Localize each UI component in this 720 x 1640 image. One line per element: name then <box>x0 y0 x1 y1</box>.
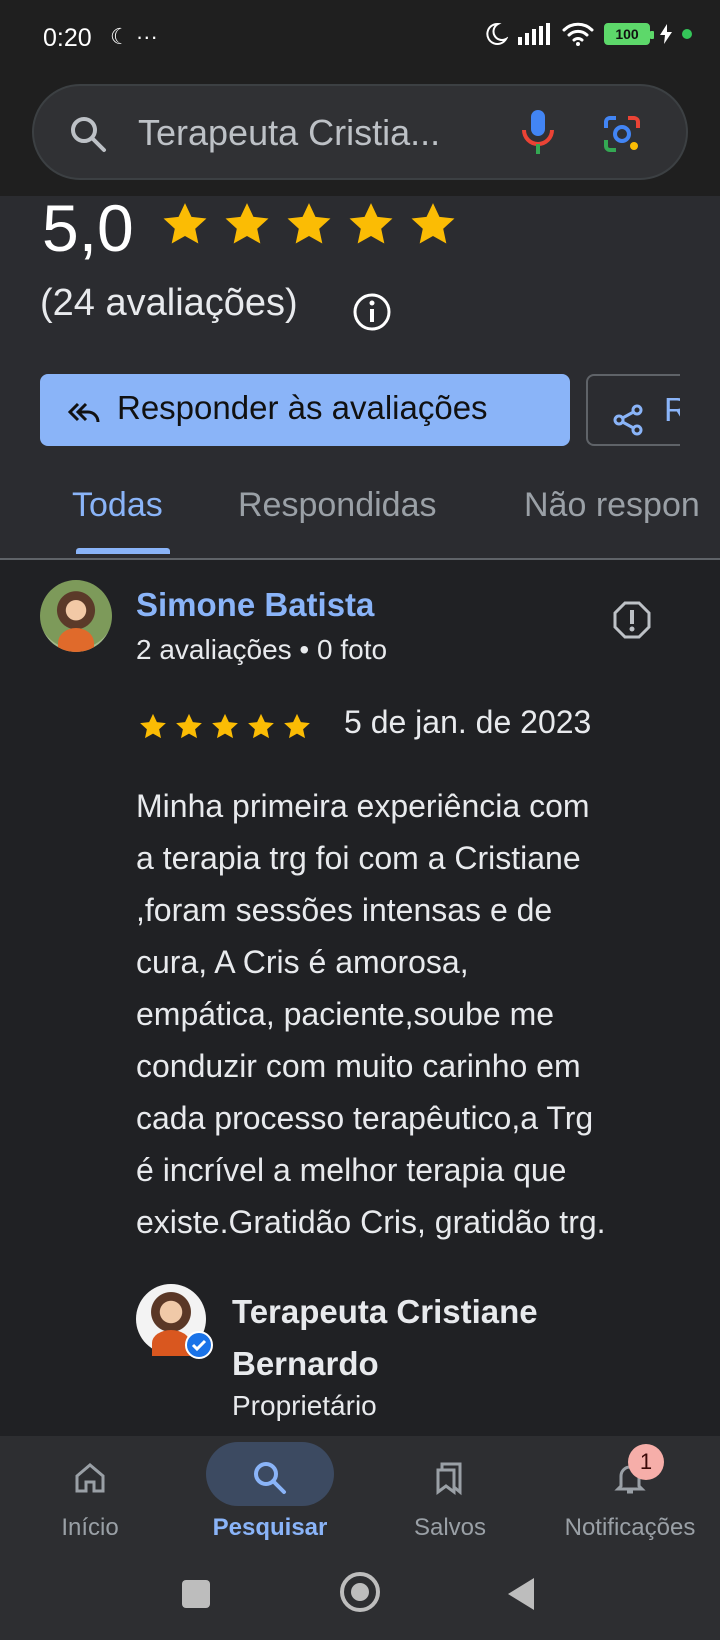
report-icon[interactable] <box>612 600 652 640</box>
status-notification-icons: ☾ ··· <box>110 24 158 49</box>
rating-summary: 5,0 (24 avaliações) Responder às avaliaç… <box>0 191 720 560</box>
share-button[interactable]: R <box>586 374 680 446</box>
reviewer-avatar[interactable] <box>40 580 112 652</box>
nav-search-label: Pesquisar <box>212 1514 328 1541</box>
privacy-dot <box>682 29 692 39</box>
owner-role: Proprietário <box>232 1390 377 1421</box>
battery-indicator: 100 <box>604 23 654 45</box>
review-filter-tabs: Todas Respondidas Não respon <box>0 486 720 560</box>
system-navigation-bar <box>0 1552 720 1640</box>
nav-saved[interactable]: Salvos <box>360 1436 540 1552</box>
search-icon <box>71 117 106 152</box>
status-time: 0:20 <box>43 24 92 52</box>
recents-button[interactable] <box>182 1580 210 1608</box>
star-icon <box>163 203 207 244</box>
star-icon <box>287 203 331 244</box>
star-icon <box>212 713 238 739</box>
notifications-badge: 1 <box>628 1444 664 1480</box>
signal-icon <box>518 23 550 45</box>
bookmarks-icon <box>436 1462 462 1496</box>
reviewer-name[interactable]: Simone Batista <box>136 586 374 624</box>
home-button[interactable] <box>340 1572 380 1612</box>
star-icon <box>349 203 393 244</box>
info-icon[interactable] <box>352 292 392 332</box>
average-rating: 5,0 <box>42 191 134 265</box>
nav-home-label: Início <box>61 1514 119 1541</box>
review-stars <box>138 712 312 742</box>
star-icon <box>248 713 274 739</box>
reply-all-icon <box>67 402 100 423</box>
nav-search[interactable]: Pesquisar <box>180 1436 360 1552</box>
voice-search-icon[interactable] <box>520 108 556 156</box>
wifi-icon <box>562 22 594 46</box>
search-query[interactable]: Terapeuta Cristia... <box>138 112 483 154</box>
google-lens-icon[interactable] <box>602 114 642 154</box>
status-bar: 0:20 ☾ ··· 100 <box>0 0 720 78</box>
review-count: (24 avaliações) <box>40 282 298 324</box>
nav-home[interactable]: Início <box>0 1436 180 1552</box>
tab-unanswered[interactable]: Não respon <box>524 486 700 525</box>
nav-notifications-label: Notificações <box>564 1514 696 1541</box>
bottom-navigation: Início Pesquisar Salvos Notificações 1 <box>0 1436 720 1552</box>
star-icon <box>176 713 202 739</box>
owner-name: Terapeuta Cristiane Bernardo <box>232 1293 538 1382</box>
review-text: Minha primeira experiência com a terapia… <box>136 788 606 1240</box>
share-button-label: R <box>664 391 680 429</box>
reply-to-reviews-button[interactable]: Responder às avaliações <box>40 374 570 446</box>
reply-button-label: Responder às avaliações <box>117 389 488 426</box>
share-icon <box>613 404 643 436</box>
tab-all[interactable]: Todas <box>72 486 163 525</box>
review-date: 5 de jan. de 2023 <box>344 704 592 740</box>
tab-answered[interactable]: Respondidas <box>238 486 436 525</box>
search-input[interactable]: Terapeuta Cristia... <box>32 84 688 180</box>
reviewer-meta: 2 avaliações • 0 foto <box>136 634 388 665</box>
star-icon <box>140 713 166 739</box>
verified-badge-icon <box>185 1331 213 1359</box>
home-icon <box>75 1463 105 1493</box>
active-tab-indicator <box>76 548 170 554</box>
dnd-moon-icon <box>486 22 508 45</box>
review-card: Simone Batista 2 avaliações • 0 foto 5 d… <box>0 560 720 1436</box>
status-indicators: 100 <box>484 22 692 46</box>
search-icon <box>254 1462 286 1494</box>
star-icon <box>411 203 455 244</box>
search-header: Terapeuta Cristia... <box>0 78 720 196</box>
star-icon <box>225 203 269 244</box>
nav-saved-label: Salvos <box>413 1514 487 1541</box>
back-button[interactable] <box>508 1578 534 1610</box>
rating-stars <box>160 200 458 250</box>
charging-icon <box>660 24 672 44</box>
star-icon <box>284 713 310 739</box>
